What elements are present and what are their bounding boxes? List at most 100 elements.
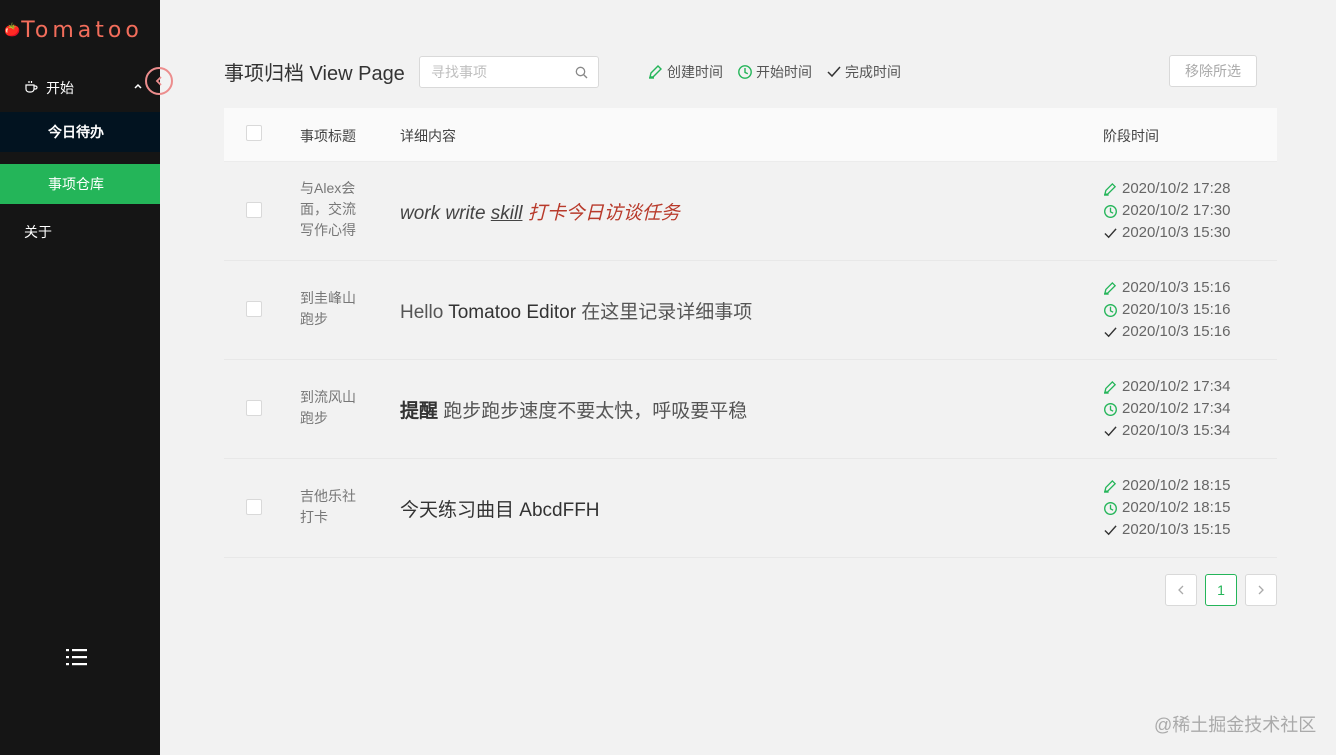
menu-list-icon[interactable] xyxy=(64,645,90,669)
time-value: 2020/10/3 15:16 xyxy=(1122,279,1231,296)
coffee-cup-icon xyxy=(24,80,38,97)
time-value: 2020/10/3 15:30 xyxy=(1122,224,1231,241)
time-value: 2020/10/2 18:15 xyxy=(1122,499,1231,516)
sidebar: 🍅 Tomatoo 开始 今日待办 事项仓库 关于 xyxy=(0,0,160,755)
clock-icon xyxy=(1104,402,1117,416)
content-text: Tomatoo Editor xyxy=(448,302,577,323)
created-time: 2020/10/3 15:16 xyxy=(1103,277,1230,299)
row-checkbox[interactable] xyxy=(246,202,262,218)
row-times: 2020/10/2 18:15 2020/10/2 18:15 2020/10/… xyxy=(1103,475,1230,541)
chevron-right-icon xyxy=(1258,585,1264,595)
content-text: 在这里记录详细事项 xyxy=(576,302,753,323)
row-content: Hello Tomatoo Editor 在这里记录详细事项 xyxy=(400,297,752,324)
time-value: 2020/10/3 15:16 xyxy=(1122,301,1231,318)
done-time: 2020/10/3 15:34 xyxy=(1103,420,1230,442)
time-value: 2020/10/2 17:34 xyxy=(1122,378,1231,395)
search-input[interactable] xyxy=(420,57,598,87)
row-title: 与Alex会面，交流写作心得 xyxy=(300,180,356,238)
done-time: 2020/10/3 15:30 xyxy=(1103,222,1230,244)
clock-icon xyxy=(1104,501,1117,515)
time-value: 2020/10/3 15:16 xyxy=(1122,323,1231,340)
row-title: 吉他乐社打卡 xyxy=(300,488,356,525)
check-icon xyxy=(1104,425,1117,436)
done-time: 2020/10/3 15:15 xyxy=(1103,519,1230,541)
table-row[interactable]: 到圭峰山跑步 Hello Tomatoo Editor 在这里记录详细事项 20… xyxy=(224,261,1277,360)
clock-icon xyxy=(1104,204,1117,218)
watermark: @稀土掘金技术社区 xyxy=(1154,715,1317,735)
tomato-logo-icon: 🍅 xyxy=(4,22,21,37)
row-times: 2020/10/2 17:34 2020/10/2 17:34 2020/10/… xyxy=(1103,376,1230,442)
content-text: 跑步跑步速度不要太快，呼吸要平稳 xyxy=(438,401,748,422)
time-value: 2020/10/2 18:15 xyxy=(1122,477,1231,494)
page-1-button[interactable]: 1 xyxy=(1205,574,1237,606)
sidebar-item-label: 关于 xyxy=(24,224,52,240)
table-row[interactable]: 到流风山跑步 提醒 跑步跑步速度不要太快，呼吸要平稳 2020/10/2 17:… xyxy=(224,360,1277,459)
page-title: 事项归档 View Page xyxy=(224,63,405,85)
menu-group-start[interactable]: 开始 xyxy=(0,68,160,108)
next-page-button[interactable] xyxy=(1245,574,1277,606)
row-title: 到流风山跑步 xyxy=(300,389,356,426)
sidebar-item-repository[interactable]: 事项仓库 xyxy=(0,164,160,204)
sidebar-item-about[interactable]: 关于 xyxy=(0,212,160,252)
legend-started: 开始时间 xyxy=(737,62,812,82)
time-value: 2020/10/2 17:30 xyxy=(1122,202,1231,219)
chevron-up-icon xyxy=(134,81,142,92)
content-text: 提醒 xyxy=(400,401,439,422)
started-time: 2020/10/2 18:15 xyxy=(1103,497,1230,519)
row-checkbox[interactable] xyxy=(246,499,262,515)
row-content: 提醒 跑步跑步速度不要太快，呼吸要平稳 xyxy=(400,396,747,423)
remove-selected-button[interactable]: 移除所选 xyxy=(1169,55,1257,87)
sidebar-item-label: 事项仓库 xyxy=(48,176,104,192)
content-text: Hello xyxy=(400,302,449,323)
row-title: 到圭峰山跑步 xyxy=(300,290,356,327)
brand: 🍅 Tomatoo xyxy=(0,14,160,46)
highlighter-icon xyxy=(1104,182,1117,196)
sidebar-collapse-button[interactable] xyxy=(145,67,173,95)
check-icon xyxy=(827,66,841,78)
column-header-title: 事项标题 xyxy=(300,128,356,144)
content-text: skill xyxy=(490,203,523,224)
started-time: 2020/10/2 17:30 xyxy=(1103,200,1230,222)
highlighter-icon xyxy=(1104,281,1117,295)
table-row[interactable]: 吉他乐社打卡 今天练习曲目 AbcdFFH 2020/10/2 18:15 20… xyxy=(224,459,1277,558)
check-icon xyxy=(1104,326,1117,337)
column-header-time: 阶段时间 xyxy=(1103,128,1159,144)
table-header: 事项标题 详细内容 阶段时间 xyxy=(224,108,1277,162)
row-content: 今天练习曲目 AbcdFFH xyxy=(400,495,600,522)
highlighter-icon xyxy=(1104,479,1117,493)
created-time: 2020/10/2 17:34 xyxy=(1103,376,1230,398)
content-text: 打卡今日访谈任务 xyxy=(522,203,680,224)
time-value: 2020/10/3 15:34 xyxy=(1122,422,1231,439)
check-icon xyxy=(1104,227,1117,238)
time-value: 2020/10/2 17:34 xyxy=(1122,400,1231,417)
sidebar-item-label: 今日待办 xyxy=(48,124,104,140)
row-content: work write skill 打卡今日访谈任务 xyxy=(400,198,680,225)
legend-created: 创建时间 xyxy=(648,62,723,82)
brand-name: Tomatoo xyxy=(21,17,143,43)
prev-page-button[interactable] xyxy=(1165,574,1197,606)
content-text: 今天练习曲目 AbcdFFH xyxy=(400,500,600,521)
time-value: 2020/10/2 17:28 xyxy=(1122,180,1231,197)
row-times: 2020/10/2 17:28 2020/10/2 17:30 2020/10/… xyxy=(1103,178,1230,244)
highlighter-icon xyxy=(1104,380,1117,394)
table-row[interactable]: 与Alex会面，交流写作心得 work write skill 打卡今日访谈任务… xyxy=(224,162,1277,261)
legend-label: 完成时间 xyxy=(845,64,901,80)
created-time: 2020/10/2 18:15 xyxy=(1103,475,1230,497)
legend-label: 创建时间 xyxy=(667,64,723,80)
done-time: 2020/10/3 15:16 xyxy=(1103,321,1230,343)
search-box xyxy=(419,56,599,88)
search-icon[interactable] xyxy=(575,66,588,84)
clock-icon xyxy=(1104,303,1117,317)
row-checkbox[interactable] xyxy=(246,400,262,416)
content-text: work write xyxy=(400,203,491,224)
legend-label: 开始时间 xyxy=(756,64,812,80)
sidebar-item-today-todo[interactable]: 今日待办 xyxy=(0,112,160,152)
time-value: 2020/10/3 15:15 xyxy=(1122,521,1231,538)
started-time: 2020/10/3 15:16 xyxy=(1103,299,1230,321)
menu-group-label: 开始 xyxy=(46,80,74,96)
row-checkbox[interactable] xyxy=(246,301,262,317)
chevron-left-icon xyxy=(1178,585,1184,595)
select-all-checkbox[interactable] xyxy=(246,125,262,141)
legend-done: 完成时间 xyxy=(826,62,901,82)
created-time: 2020/10/2 17:28 xyxy=(1103,178,1230,200)
